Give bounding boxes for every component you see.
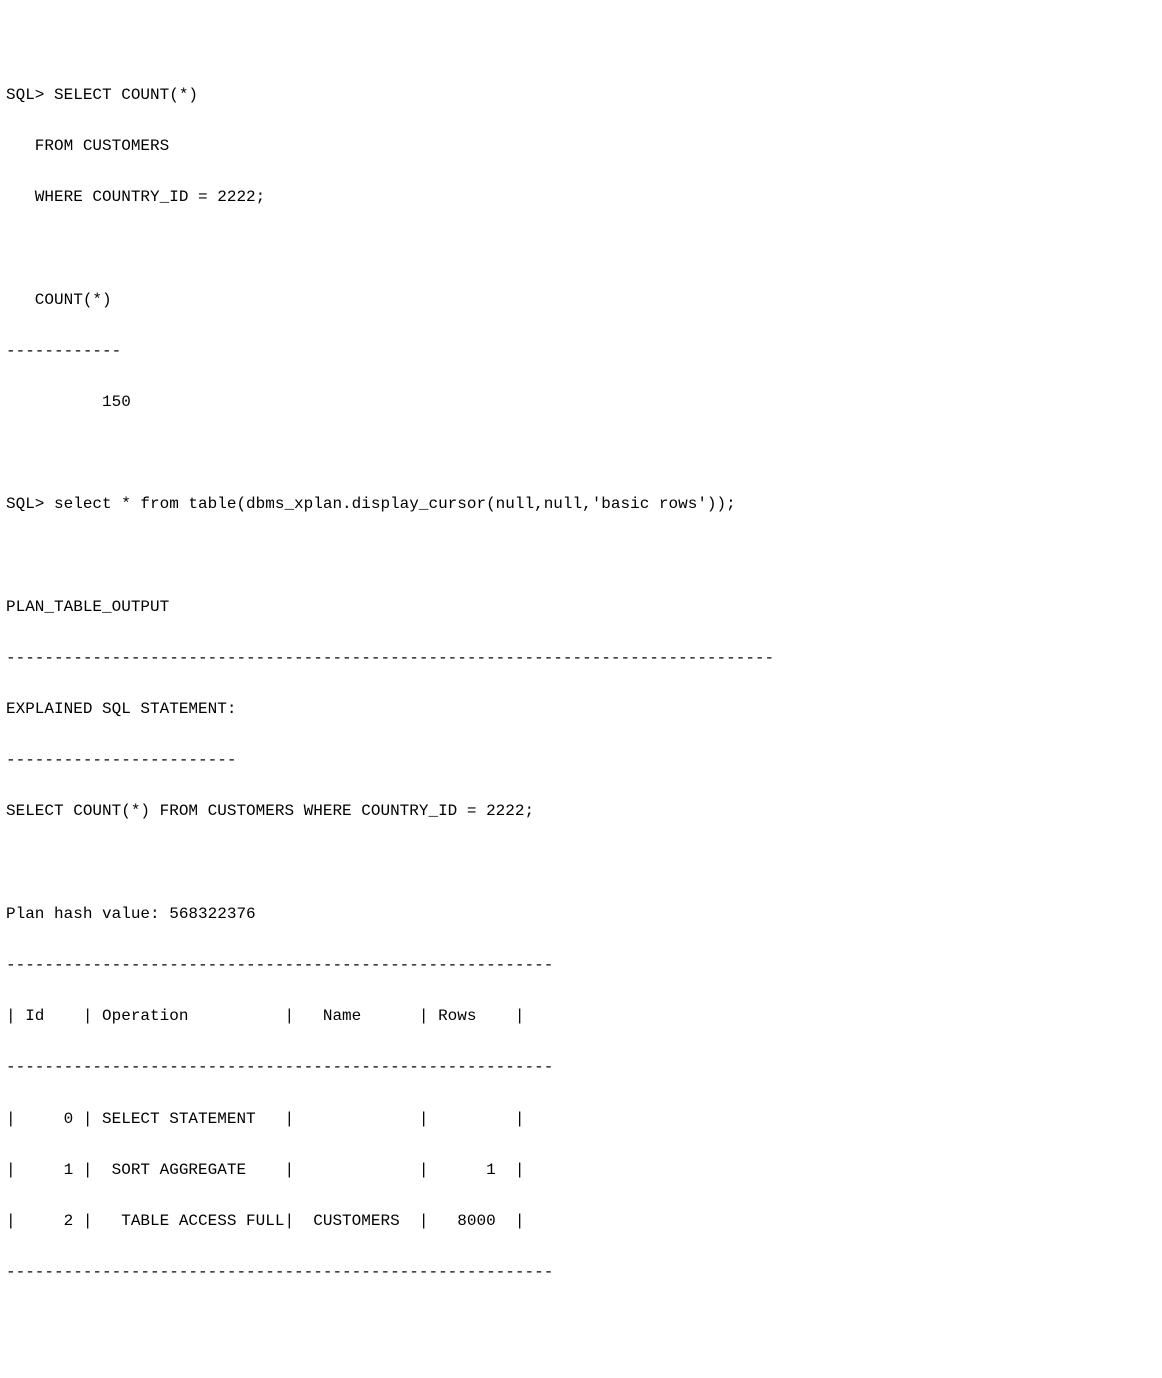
plan-explained-divider: ------------------------ xyxy=(6,748,1156,774)
plan-header: PLAN_TABLE_OUTPUT xyxy=(6,595,1156,621)
plan-table-columns: | Id | Operation | Name | Rows | xyxy=(6,1004,1156,1030)
sql-query1-line1: SQL> SELECT COUNT(*) xyxy=(6,83,1156,109)
blank-line xyxy=(6,441,1156,467)
sql-query1-line2: FROM CUSTOMERS xyxy=(6,134,1156,160)
sql-query1-line3: WHERE COUNTRY_ID = 2222; xyxy=(6,185,1156,211)
result1-header: COUNT(*) xyxy=(6,288,1156,314)
blank-line xyxy=(6,236,1156,262)
plan-table-row: | 1 | SORT AGGREGATE | | 1 | xyxy=(6,1158,1156,1184)
sql-query2: SQL> select * from table(dbms_xplan.disp… xyxy=(6,492,1156,518)
plan-divider-long: ----------------------------------------… xyxy=(6,646,1156,672)
plan-table-divider-mid: ----------------------------------------… xyxy=(6,1055,1156,1081)
plan-table-row: | 0 | SELECT STATEMENT | | | xyxy=(6,1107,1156,1133)
plan-explained-label: EXPLAINED SQL STATEMENT: xyxy=(6,697,1156,723)
blank-line xyxy=(6,543,1156,569)
result1-divider: ------------ xyxy=(6,339,1156,365)
plan-table-divider-top: ----------------------------------------… xyxy=(6,953,1156,979)
plan-table-row: | 2 | TABLE ACCESS FULL| CUSTOMERS | 800… xyxy=(6,1209,1156,1235)
plan-hash: Plan hash value: 568322376 xyxy=(6,902,1156,928)
blank-line xyxy=(6,851,1156,877)
plan-explained-sql: SELECT COUNT(*) FROM CUSTOMERS WHERE COU… xyxy=(6,799,1156,825)
result1-value: 150 xyxy=(6,390,1156,416)
plan-table-divider-bottom: ----------------------------------------… xyxy=(6,1260,1156,1286)
